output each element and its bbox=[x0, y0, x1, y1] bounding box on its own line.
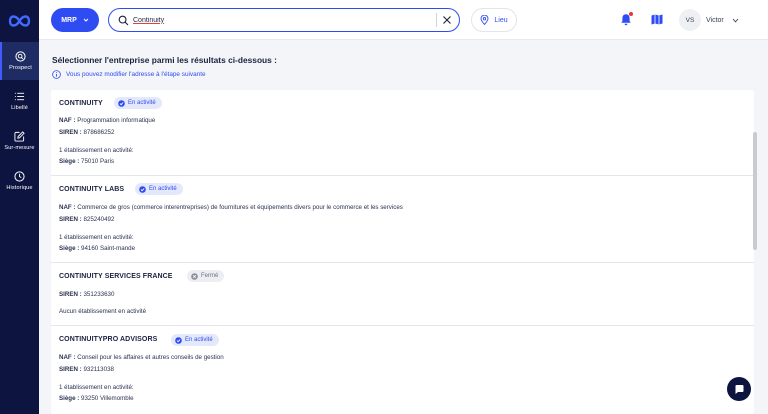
lieu-label: Lieu bbox=[494, 16, 508, 24]
status-badge: Fermé bbox=[187, 270, 225, 282]
check-circle-icon bbox=[118, 99, 125, 107]
top-bar: MRP Lieu VS Victor bbox=[39, 0, 768, 40]
siege-value: 75010 Paris bbox=[81, 158, 115, 165]
search-input[interactable] bbox=[133, 12, 429, 28]
naf-value: Programmation informatique bbox=[77, 117, 156, 124]
siege-line: Siège : 94160 Saint-mande bbox=[59, 245, 135, 252]
siren-label: SIREN : bbox=[59, 366, 82, 373]
siren-label: SIREN : bbox=[59, 129, 82, 136]
user-menu[interactable]: VS Victor bbox=[679, 9, 747, 31]
naf-value: Commerce de gros (commerce interentrepri… bbox=[77, 204, 403, 211]
siren-line: SIREN : 825240492 bbox=[59, 216, 114, 223]
siege-line: Siège : 93250 Villemomble bbox=[59, 395, 134, 402]
info-icon bbox=[52, 70, 61, 79]
close-circle-icon bbox=[191, 272, 198, 280]
sidebar-item-label: Libellé bbox=[11, 105, 28, 111]
etablissement-line: 1 établissement en activité: bbox=[59, 234, 134, 241]
list-icon bbox=[14, 92, 25, 101]
edit-icon bbox=[14, 131, 25, 142]
chevron-down-icon bbox=[83, 18, 89, 22]
info-message: Vous pouvez modifier l'adresse à l'étape… bbox=[52, 70, 206, 79]
status-badge: En activité bbox=[135, 183, 183, 195]
result-card[interactable]: CONTINUITY LABS En activité NAF : Commer… bbox=[51, 176, 754, 263]
naf-line: NAF : Programmation informatique bbox=[59, 117, 155, 124]
siren-value: 932113038 bbox=[83, 366, 114, 373]
company-name: CONTINUITY SERVICES FRANCE bbox=[59, 273, 173, 280]
siren-line: SIREN : 878686252 bbox=[59, 129, 114, 136]
chat-icon bbox=[735, 384, 743, 394]
check-circle-icon bbox=[175, 336, 182, 344]
result-card[interactable]: CONTINUITYPRO ADVISORS En activité NAF :… bbox=[51, 326, 754, 414]
results-list: CONTINUITY En activité NAF : Programmati… bbox=[51, 90, 754, 414]
check-circle-icon bbox=[139, 185, 146, 193]
avatar: VS bbox=[679, 9, 701, 31]
status-badge: En activité bbox=[171, 334, 219, 346]
siege-value: 94160 Saint-mande bbox=[81, 245, 136, 252]
search-bar bbox=[108, 8, 460, 32]
lieu-button[interactable]: Lieu bbox=[471, 8, 517, 32]
mrp-label: MRP bbox=[61, 16, 77, 24]
naf-value: Conseil pour les affaires et autres cons… bbox=[77, 354, 224, 361]
siege-label: Siège : bbox=[59, 395, 80, 402]
sidebar-item-label: Prospect bbox=[9, 65, 32, 71]
status-label: En activité bbox=[128, 100, 156, 106]
siege-label: Siège : bbox=[59, 245, 80, 252]
sidebar-item-sur-mesure[interactable]: Sur-mesure bbox=[0, 122, 39, 160]
prospect-icon bbox=[15, 51, 26, 62]
status-label: En activité bbox=[149, 186, 177, 192]
info-text: Vous pouvez modifier l'adresse à l'étape… bbox=[66, 71, 206, 78]
naf-line: NAF : Commerce de gros (commerce interen… bbox=[59, 204, 403, 211]
sidebar-item-libelle[interactable]: Libellé bbox=[0, 82, 39, 120]
result-card[interactable]: CONTINUITY SERVICES FRANCE Fermé SIREN :… bbox=[51, 263, 754, 326]
mrp-dropdown-button[interactable]: MRP bbox=[51, 8, 99, 32]
siren-value: 825240492 bbox=[83, 216, 115, 223]
status-label: Fermé bbox=[201, 273, 219, 279]
etablissement-line: 1 établissement en activité: bbox=[59, 384, 134, 391]
main-content: Sélectionner l'entreprise parmi les résu… bbox=[39, 40, 768, 414]
map-icon[interactable] bbox=[651, 14, 663, 25]
naf-label: NAF : bbox=[59, 204, 76, 211]
siren-line: SIREN : 932113038 bbox=[59, 366, 114, 373]
location-pin-icon bbox=[480, 15, 489, 25]
sidebar: Prospect Libellé Sur-mesure Historique bbox=[0, 0, 39, 414]
chevron-down-icon bbox=[732, 18, 739, 22]
sidebar-item-label: Historique bbox=[6, 185, 33, 191]
sidebar-item-label: Sur-mesure bbox=[4, 145, 35, 151]
company-name: CONTINUITYPRO ADVISORS bbox=[59, 336, 158, 343]
company-name: CONTINUITY LABS bbox=[59, 186, 125, 193]
chat-button[interactable] bbox=[727, 377, 751, 401]
user-name: Victor bbox=[706, 16, 724, 24]
company-name: CONTINUITY bbox=[59, 100, 103, 107]
naf-label: NAF : bbox=[59, 354, 76, 361]
etablissement-line: 1 établissement en activité: bbox=[59, 147, 134, 154]
siren-line: SIREN : 351233630 bbox=[59, 291, 114, 298]
status-label: En activité bbox=[185, 337, 213, 343]
siren-label: SIREN : bbox=[59, 291, 82, 298]
search-icon bbox=[118, 15, 129, 26]
search-divider bbox=[436, 13, 437, 27]
logo-icon[interactable] bbox=[6, 12, 33, 30]
sidebar-item-prospect[interactable]: Prospect bbox=[0, 42, 39, 80]
sidebar-item-historique[interactable]: Historique bbox=[0, 162, 39, 200]
naf-label: NAF : bbox=[59, 117, 76, 124]
siege-line: Siège : 75010 Paris bbox=[59, 158, 114, 165]
siren-label: SIREN : bbox=[59, 216, 82, 223]
page-title: Sélectionner l'entreprise parmi les résu… bbox=[52, 55, 277, 65]
clock-icon bbox=[14, 171, 25, 182]
siren-value: 878686252 bbox=[83, 129, 115, 136]
siren-value: 351233630 bbox=[83, 291, 115, 298]
siege-label: Siège : bbox=[59, 158, 80, 165]
close-icon[interactable] bbox=[442, 15, 452, 25]
etablissement-line: Aucun établissement en activité bbox=[59, 308, 147, 315]
siege-value: 93250 Villemomble bbox=[81, 395, 134, 402]
naf-line: NAF : Conseil pour les affaires et autre… bbox=[59, 354, 224, 361]
result-card[interactable]: CONTINUITY En activité NAF : Programmati… bbox=[51, 90, 754, 176]
notification-dot bbox=[629, 12, 633, 16]
scrollbar[interactable] bbox=[753, 132, 757, 250]
status-badge: En activité bbox=[114, 97, 162, 109]
